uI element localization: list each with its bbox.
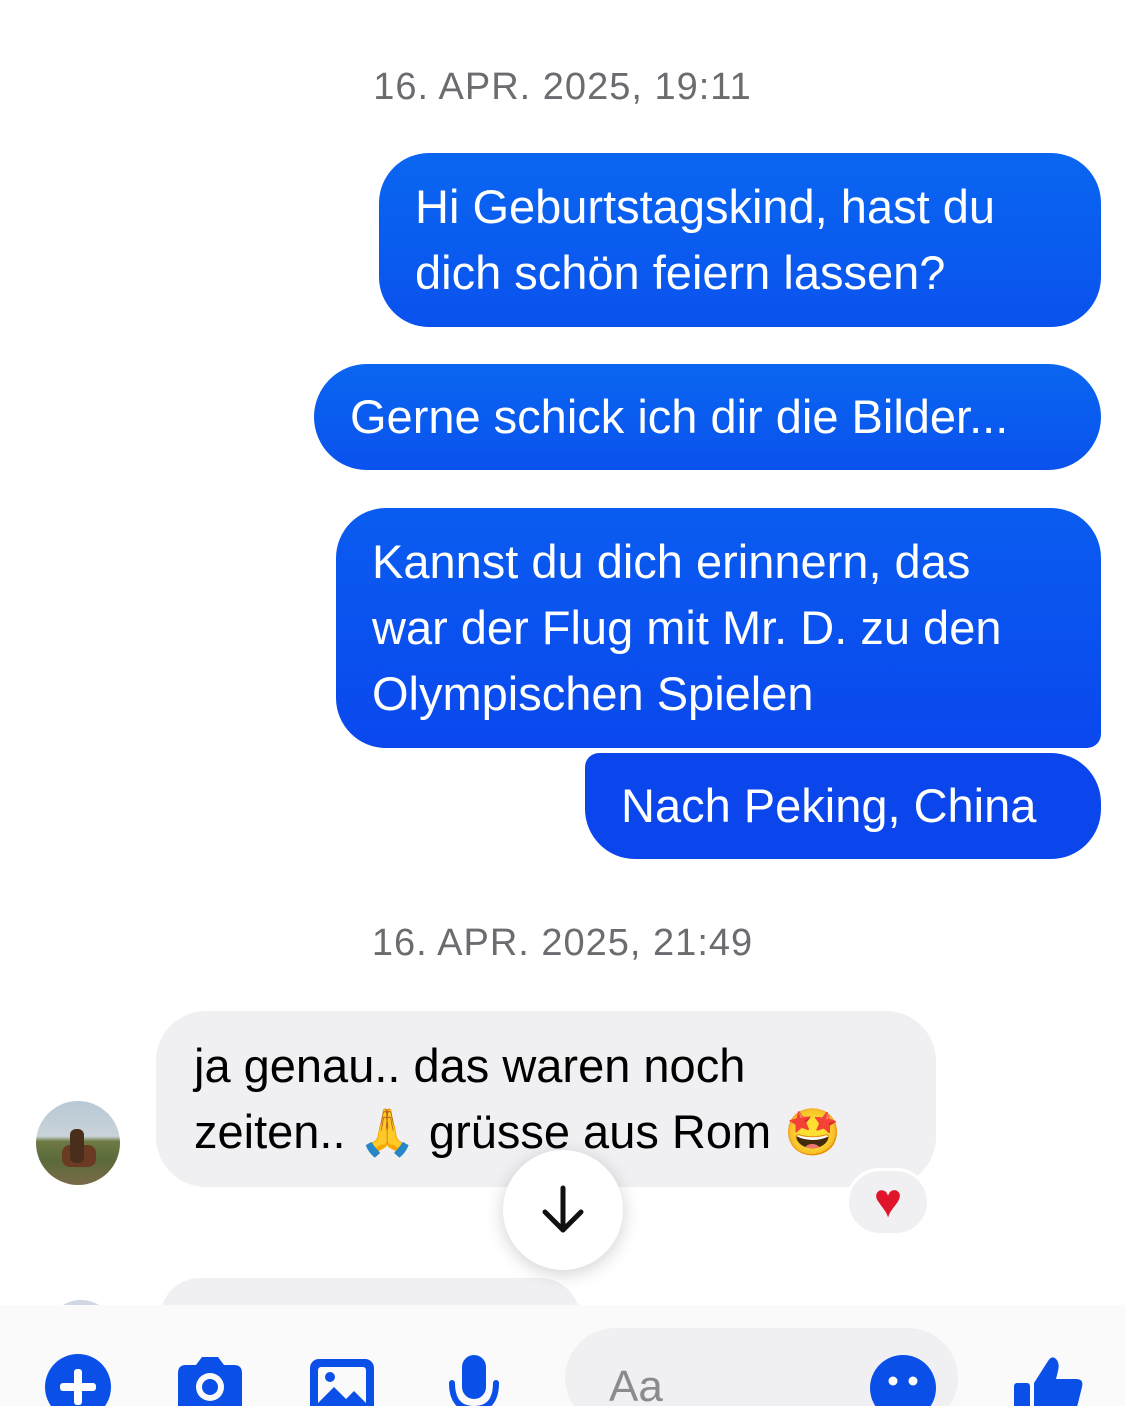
message-composer: Aa [0, 1305, 1125, 1406]
message-line: Hi Geburtstagskind, hast du [415, 180, 995, 233]
message-input-placeholder: Aa [609, 1362, 663, 1406]
praying-hands-emoji: 🙏 [358, 1105, 416, 1159]
timestamp: 16. APR. 2025, 21:49 [371, 922, 754, 964]
plus-icon[interactable] [44, 1353, 112, 1406]
outgoing-message[interactable]: Kannst du dich erinnern, das war der Flu… [336, 508, 1101, 748]
message-line: war der Flug mit Mr. D. zu den [372, 601, 1002, 654]
image-icon[interactable] [306, 1353, 378, 1406]
scroll-to-bottom-button[interactable] [503, 1150, 623, 1270]
arrow-down-icon [542, 1185, 584, 1233]
timestamp: 16. APR. 2025, 19:11 [373, 66, 752, 108]
message-text: zeiten.. [194, 1105, 359, 1158]
camera-icon[interactable] [172, 1353, 248, 1406]
message-line: Nach Peking, China [621, 779, 1037, 832]
avatar-rider [70, 1129, 84, 1163]
message-line: Gerne schick ich dir die Bilder... [350, 390, 1009, 443]
outgoing-message[interactable]: Nach Peking, China [585, 753, 1101, 859]
message-line: Kannst du dich erinnern, das [372, 535, 971, 588]
emoji-icon[interactable] [868, 1353, 938, 1406]
message-text: grüsse aus Rom [415, 1105, 785, 1158]
heart-reaction[interactable]: ♥ [846, 1168, 930, 1236]
outgoing-message[interactable]: Hi Geburtstagskind, hast du dich schön f… [379, 153, 1101, 327]
microphone-icon[interactable] [444, 1353, 504, 1406]
message-line: Olympischen Spielen [372, 667, 814, 720]
outgoing-message[interactable]: Gerne schick ich dir die Bilder... [314, 364, 1101, 470]
avatar[interactable] [36, 1101, 120, 1185]
thumbs-up-icon[interactable] [1010, 1353, 1086, 1406]
message-line: ja genau.. das waren noch [194, 1039, 746, 1092]
star-struck-emoji: 🤩 [784, 1105, 842, 1159]
message-line: dich schön feiern lassen? [415, 246, 946, 299]
